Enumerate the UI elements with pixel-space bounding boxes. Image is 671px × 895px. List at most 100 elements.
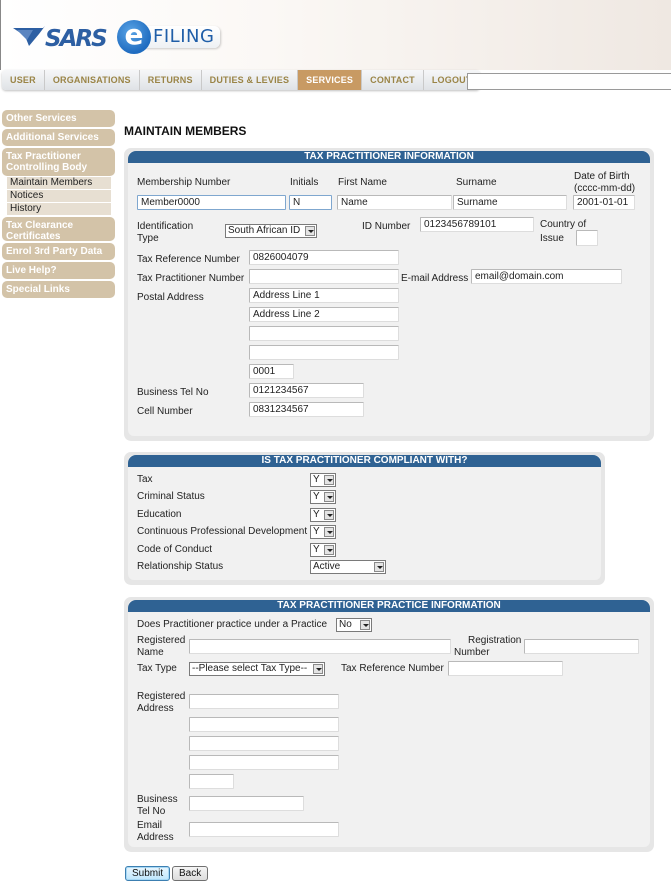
logo-sars-text: SARS [45, 26, 108, 52]
sidebar-item-live-help[interactable]: Live Help? [2, 262, 115, 279]
nav-services[interactable]: SERVICES [298, 70, 363, 90]
reg-address-line1-input[interactable] [189, 694, 339, 709]
compliance-cpd-label: Continuous Professional Development [137, 526, 308, 537]
back-button[interactable]: Back [172, 866, 209, 881]
practice-info-panel: TAX PRACTITIONER PRACTICE INFORMATION Do… [124, 597, 654, 852]
cell-number-label: Cell Number [137, 406, 193, 417]
membership-number-label: Membership Number [137, 177, 231, 188]
tax-type-value: --Please select Tax Type-- [192, 663, 308, 674]
compliance-cpd-select[interactable]: Y [310, 525, 336, 539]
email-label-line1: Email [137, 820, 163, 831]
compliance-criminal-value: Y [313, 491, 320, 502]
dob-label-line1: Date of Birth [574, 171, 630, 182]
practitioner-info-heading: TAX PRACTITIONER INFORMATION [128, 151, 650, 163]
chevron-down-icon [324, 545, 334, 555]
compliance-criminal-label: Criminal Status [137, 491, 205, 502]
practice-tax-ref-input[interactable] [448, 661, 563, 676]
practitioner-info-panel: TAX PRACTITIONER INFORMATION Membership … [124, 148, 654, 441]
nav-organisations[interactable]: ORGANISATIONS [45, 70, 140, 90]
reg-address-line4-input[interactable] [189, 755, 339, 770]
country-of-issue-input[interactable] [576, 230, 598, 246]
compliance-conduct-value: Y [313, 544, 320, 555]
chevron-down-icon [324, 475, 334, 485]
sidebar-subitem-maintain-members[interactable]: Maintain Members [7, 177, 111, 189]
chevron-down-icon [324, 492, 334, 502]
dob-input[interactable]: 2001-01-01 [573, 195, 635, 210]
email-label-line2: Address [137, 832, 174, 843]
compliance-education-value: Y [313, 509, 320, 520]
nav-user[interactable]: USER [2, 70, 45, 90]
nav-returns[interactable]: RETURNS [140, 70, 202, 90]
business-tel-label: Business Tel No [137, 387, 209, 398]
page-title: MAINTAIN MEMBERS [124, 124, 247, 138]
practice-business-tel-input[interactable] [189, 796, 304, 811]
reg-address-line3-input[interactable] [189, 736, 339, 751]
compliance-tax-value: Y [313, 474, 320, 485]
chevron-down-icon [374, 562, 384, 572]
practice-email-input[interactable] [189, 822, 339, 837]
compliance-cpd-value: Y [313, 526, 320, 537]
initials-label: Initials [290, 177, 319, 188]
practice-info-heading: TAX PRACTITIONER PRACTICE INFORMATION [128, 600, 650, 612]
compliance-education-select[interactable]: Y [310, 508, 336, 522]
membership-number-input[interactable]: Member0000 [137, 195, 286, 210]
bus-tel-label-line2: Tel No [137, 806, 166, 817]
compliance-conduct-select[interactable]: Y [310, 543, 336, 557]
reg-address-label-line2: Address [137, 703, 174, 714]
compliance-criminal-select[interactable]: Y [310, 490, 336, 504]
sidebar-item-special-links[interactable]: Special Links [2, 281, 115, 298]
sidebar-subitem-history[interactable]: History [7, 203, 111, 215]
compliance-tax-label: Tax [137, 474, 153, 485]
registration-number-input[interactable] [524, 639, 639, 654]
sidebar-item-enrol-3rd-party-data[interactable]: Enrol 3rd Party Data [2, 243, 115, 260]
chevron-down-icon [324, 510, 334, 520]
chevron-down-icon [324, 527, 334, 537]
submit-button[interactable]: Submit [125, 866, 171, 881]
email-input[interactable]: email@domain.com [471, 269, 622, 284]
tax-type-label: Tax Type [137, 663, 177, 674]
business-tel-input[interactable]: 0121234567 [249, 383, 364, 398]
id-type-select[interactable]: South African ID [225, 224, 317, 238]
postal-line2-input[interactable]: Address Line 2 [249, 307, 399, 322]
country-label-line1: Country of [540, 219, 587, 230]
sidebar-subitem-notices[interactable]: Notices [7, 190, 111, 202]
postal-line1-input[interactable]: Address Line 1 [249, 288, 399, 303]
relationship-status-label: Relationship Status [137, 561, 224, 572]
chevron-down-icon [360, 620, 370, 630]
nav-search-input[interactable] [467, 73, 671, 90]
tax-type-select[interactable]: --Please select Tax Type-- [189, 662, 325, 676]
nav-contact[interactable]: CONTACT [362, 70, 424, 90]
sidebar-item-tax-practitioner-controlling-body[interactable]: Tax Practitioner Controlling Body [2, 148, 115, 176]
reg-name-label-line1: Registered [137, 635, 186, 646]
reg-address-label-line1: Registered [137, 691, 186, 702]
sidebar-item-other-services[interactable]: Other Services [2, 110, 115, 127]
initials-input[interactable]: N [289, 195, 332, 210]
dob-label-line2: (cccc-mm-dd) [574, 183, 636, 194]
postal-code-input[interactable]: 0001 [249, 364, 294, 379]
reg-address-code-input[interactable] [189, 774, 234, 789]
nav-duties-levies[interactable]: DUTIES & LEVIES [202, 70, 299, 90]
compliance-panel: IS TAX PRACTITIONER COMPLIANT WITH? Tax … [124, 452, 605, 585]
id-number-input[interactable]: 0123456789101 [420, 217, 534, 232]
postal-address-label: Postal Address [137, 292, 204, 303]
registered-name-input[interactable] [189, 639, 451, 654]
chevron-down-icon [305, 226, 315, 236]
compliance-tax-select[interactable]: Y [310, 473, 336, 487]
tp-number-input[interactable] [249, 269, 399, 284]
sidebar-item-tax-clearance-certificates[interactable]: Tax Clearance Certificates [2, 217, 115, 242]
bus-tel-label-line1: Business [137, 794, 178, 805]
tax-ref-input[interactable]: 0826004079 [249, 250, 399, 265]
surname-input[interactable]: Surname [453, 195, 567, 210]
first-name-input[interactable]: Name [337, 195, 452, 210]
postal-line4-input[interactable] [249, 345, 399, 360]
reg-address-line2-input[interactable] [189, 717, 339, 732]
cell-number-input[interactable]: 0831234567 [249, 402, 364, 417]
under-practice-select[interactable]: No [336, 618, 372, 632]
relationship-status-select[interactable]: Active [310, 560, 386, 574]
practice-tax-ref-label: Tax Reference Number [341, 663, 444, 674]
under-practice-value: No [339, 619, 352, 630]
id-number-label: ID Number [362, 221, 411, 232]
reg-name-label-line2: Name [137, 647, 164, 658]
postal-line3-input[interactable] [249, 326, 399, 341]
sidebar-item-additional-services[interactable]: Additional Services [2, 129, 115, 146]
